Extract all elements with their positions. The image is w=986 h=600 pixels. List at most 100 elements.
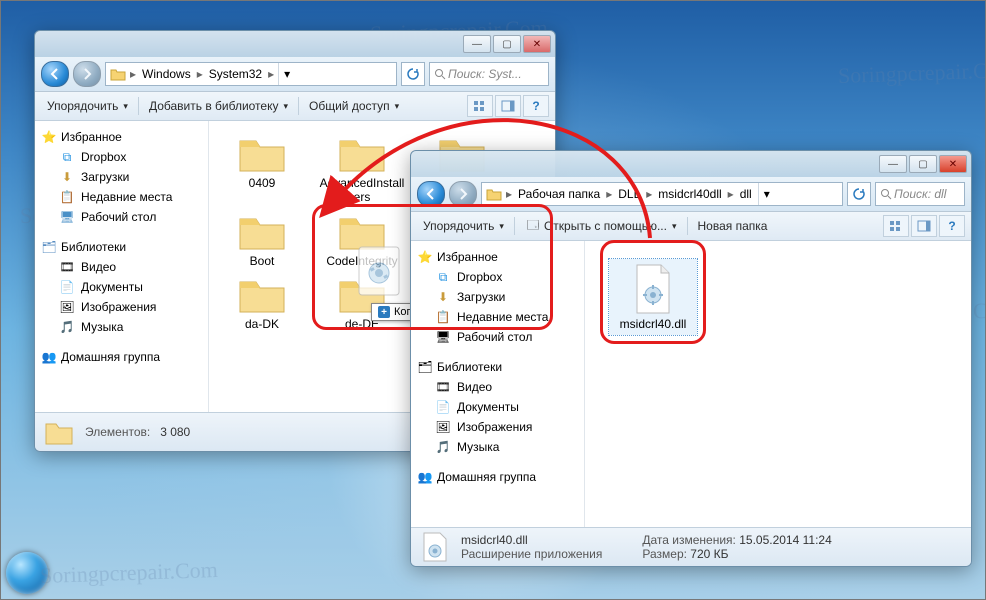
new-folder-button[interactable]: Новая папка (692, 216, 774, 236)
toolbar: Упорядочить 🗔 Открыть с помощью... Новая… (411, 212, 971, 241)
chevron-right-icon: ▸ (197, 67, 203, 81)
sidebar-item-dropbox[interactable]: ⧉Dropbox (39, 147, 204, 167)
recent-icon: 📋 (435, 309, 451, 325)
add-to-library-button[interactable]: Добавить в библиотеку (143, 96, 294, 116)
sidebar-item-documents[interactable]: 📄Документы (415, 397, 580, 417)
open-with-icon: 🗔 (525, 218, 541, 234)
refresh-button[interactable] (847, 182, 871, 206)
sidebar-item-desktop[interactable]: 🖥Рабочий стол (39, 207, 204, 227)
sidebar-header-homegroup[interactable]: 👥 Домашняя группа (39, 347, 204, 367)
organize-button[interactable]: Упорядочить (417, 216, 510, 236)
forward-button[interactable] (449, 181, 477, 207)
sidebar-item-dropbox[interactable]: ⧉Dropbox (415, 267, 580, 287)
search-icon (880, 188, 892, 200)
sidebar-item-downloads[interactable]: ⬇Загрузки (415, 287, 580, 307)
maximize-button[interactable]: ▢ (493, 35, 521, 53)
sidebar-header-homegroup[interactable]: 👥 Домашняя группа (415, 467, 580, 487)
titlebar[interactable]: — ▢ ✕ (411, 151, 971, 177)
breadcrumb-item[interactable]: Рабочая папка (516, 187, 602, 201)
status-date-label: Дата изменения: (642, 533, 736, 547)
homegroup-icon: 👥 (417, 469, 433, 485)
view-options-button[interactable] (883, 215, 909, 237)
sidebar-item-music[interactable]: 🎵Музыка (415, 437, 580, 457)
breadcrumb-item[interactable]: DLL (616, 187, 642, 201)
folder-item[interactable]: Boot (217, 209, 307, 269)
share-button[interactable]: Общий доступ (303, 96, 405, 116)
search-icon (434, 68, 446, 80)
folder-icon (236, 131, 288, 175)
folder-item[interactable]: AdvancedInstallers (317, 131, 407, 205)
search-placeholder: Поиск: dll (894, 187, 946, 201)
sidebar-header-favorites[interactable]: ⭐ Избранное (415, 247, 580, 267)
sidebar-item-desktop[interactable]: 🖥Рабочий стол (415, 327, 580, 347)
download-icon: ⬇ (59, 169, 75, 185)
image-icon: 🖼 (59, 299, 75, 315)
folder-icon (236, 209, 288, 253)
maximize-button[interactable]: ▢ (909, 155, 937, 173)
close-button[interactable]: ✕ (939, 155, 967, 173)
forward-button[interactable] (73, 61, 101, 87)
sidebar-header-libraries[interactable]: 🗂 Библиотеки (415, 357, 580, 377)
sidebar-item-videos[interactable]: 🎞Видео (39, 257, 204, 277)
music-icon: 🎵 (59, 319, 75, 335)
address-bar[interactable]: ▸ Windows ▸ System32 ▸ ▾ (105, 62, 397, 86)
minimize-button[interactable]: — (463, 35, 491, 53)
drag-ghost-icon (349, 241, 409, 301)
navbar: ▸ Рабочая папка ▸ DLL ▸ msidcrl40dll ▸ d… (411, 177, 971, 212)
titlebar[interactable]: — ▢ ✕ (35, 31, 555, 57)
chevron-right-icon: ▸ (506, 187, 512, 201)
sidebar-item-videos[interactable]: 🎞Видео (415, 377, 580, 397)
chevron-right-icon: ▸ (130, 67, 136, 81)
minimize-button[interactable]: — (879, 155, 907, 173)
sidebar-item-pictures[interactable]: 🖼Изображения (39, 297, 204, 317)
sidebar-item-recent[interactable]: 📋Недавние места (415, 307, 580, 327)
close-button[interactable]: ✕ (523, 35, 551, 53)
start-orb[interactable] (6, 552, 48, 594)
sidebar-item-documents[interactable]: 📄Документы (39, 277, 204, 297)
toolbar: Упорядочить Добавить в библиотеку Общий … (35, 92, 555, 121)
star-icon: ⭐ (417, 249, 433, 265)
breadcrumb-item[interactable]: dll (738, 187, 754, 201)
refresh-button[interactable] (401, 62, 425, 86)
open-with-button[interactable]: 🗔 Открыть с помощью... (519, 215, 683, 237)
address-dropdown[interactable]: ▾ (758, 183, 775, 205)
file-item-dll[interactable]: msidcrl40.dll (609, 259, 697, 335)
explorer-window-dll[interactable]: — ▢ ✕ ▸ Рабочая папка ▸ DLL ▸ msidcrl40d… (410, 150, 972, 567)
preview-pane-button[interactable] (495, 95, 521, 117)
breadcrumb-item[interactable]: msidcrl40dll (656, 187, 723, 201)
address-bar[interactable]: ▸ Рабочая папка ▸ DLL ▸ msidcrl40dll ▸ d… (481, 182, 843, 206)
back-button[interactable] (417, 181, 445, 207)
status-filetype: Расширение приложения (461, 547, 602, 561)
address-dropdown[interactable]: ▾ (278, 63, 295, 85)
back-button[interactable] (41, 61, 69, 87)
folder-icon (486, 186, 502, 202)
dll-file-icon (629, 263, 677, 315)
plus-icon: + (378, 306, 390, 318)
sidebar: ⭐ Избранное ⧉Dropbox ⬇Загрузки 📋Недавние… (411, 241, 585, 527)
sidebar-item-music[interactable]: 🎵Музыка (39, 317, 204, 337)
sidebar-item-pictures[interactable]: 🖼Изображения (415, 417, 580, 437)
breadcrumb-item[interactable]: Windows (140, 67, 193, 81)
preview-pane-button[interactable] (911, 215, 937, 237)
sidebar-header-libraries[interactable]: 🗂 Библиотеки (39, 237, 204, 257)
folder-icon (236, 272, 288, 316)
folder-item[interactable]: 0409 (217, 131, 307, 205)
search-input[interactable]: Поиск: dll (875, 182, 965, 206)
breadcrumb-item[interactable]: System32 (207, 67, 264, 81)
sidebar-item-recent[interactable]: 📋Недавние места (39, 187, 204, 207)
star-icon: ⭐ (41, 129, 57, 145)
sidebar-item-downloads[interactable]: ⬇Загрузки (39, 167, 204, 187)
video-icon: 🎞 (435, 379, 451, 395)
help-button[interactable]: ? (523, 95, 549, 117)
file-label: msidcrl40.dll (620, 317, 687, 331)
folder-content-area[interactable]: msidcrl40.dll (585, 241, 971, 527)
search-input[interactable]: Поиск: Syst... (429, 62, 549, 86)
status-bar: msidcrl40.dll Расширение приложения Дата… (411, 527, 971, 566)
sidebar-header-favorites[interactable]: ⭐ Избранное (39, 127, 204, 147)
help-button[interactable]: ? (939, 215, 965, 237)
organize-button[interactable]: Упорядочить (41, 96, 134, 116)
view-options-button[interactable] (467, 95, 493, 117)
sidebar: ⭐ Избранное ⧉Dropbox ⬇Загрузки 📋Недавние… (35, 121, 209, 412)
status-filename: msidcrl40.dll (461, 533, 602, 547)
folder-item[interactable]: da-DK (217, 272, 307, 332)
